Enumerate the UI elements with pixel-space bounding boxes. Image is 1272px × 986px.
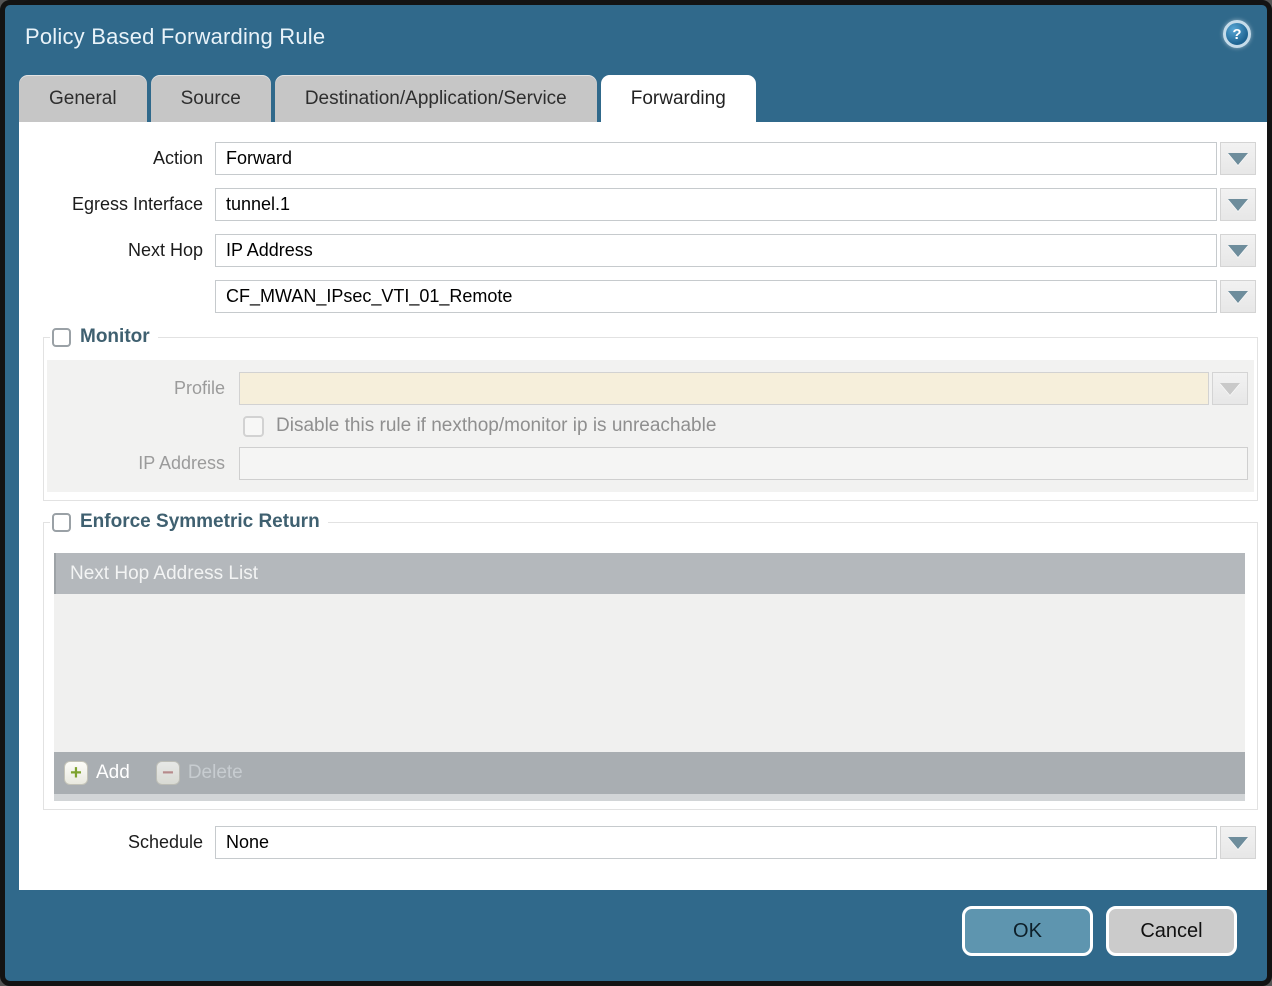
enforce-symmetric-return-group: Enforce Symmetric Return Next Hop Addres… bbox=[43, 511, 1258, 810]
monitor-group-title: Monitor bbox=[80, 326, 150, 348]
ok-button-label: OK bbox=[1013, 920, 1042, 943]
disable-rule-row: Disable this rule if nexthop/monitor ip … bbox=[243, 415, 1251, 437]
cancel-button[interactable]: Cancel bbox=[1106, 906, 1237, 956]
schedule-dropdown-button[interactable] bbox=[1220, 826, 1256, 859]
enforce-symmetric-return-checkbox[interactable] bbox=[52, 513, 71, 532]
next-hop-address-list-table: Next Hop Address List + Add − Delete bbox=[54, 553, 1245, 801]
next-hop-row: Next Hop IP Address bbox=[19, 234, 1267, 267]
schedule-label: Schedule bbox=[19, 832, 215, 853]
chevron-down-icon bbox=[1228, 153, 1248, 165]
tab-destination-application-service[interactable]: Destination/Application/Service bbox=[275, 75, 597, 122]
monitor-checkbox[interactable] bbox=[52, 328, 71, 347]
monitor-ip-address-row: IP Address bbox=[47, 447, 1251, 480]
enforce-symmetric-return-title: Enforce Symmetric Return bbox=[80, 511, 320, 533]
add-button[interactable]: + Add bbox=[64, 761, 130, 785]
schedule-row: Schedule None bbox=[19, 826, 1267, 859]
profile-combobox bbox=[239, 372, 1209, 405]
monitor-ip-address-input bbox=[239, 447, 1248, 480]
tab-general[interactable]: General bbox=[19, 75, 147, 122]
tab-bar: General Source Destination/Application/S… bbox=[19, 75, 760, 122]
table-toolbar: + Add − Delete bbox=[54, 752, 1245, 794]
chevron-down-icon bbox=[1228, 837, 1248, 849]
tab-forwarding[interactable]: Forwarding bbox=[601, 75, 756, 122]
next-hop-label: Next Hop bbox=[19, 240, 215, 261]
action-row: Action Forward bbox=[19, 142, 1267, 175]
chevron-down-icon bbox=[1228, 199, 1248, 211]
egress-interface-dropdown-button[interactable] bbox=[1220, 188, 1256, 221]
add-button-label: Add bbox=[96, 762, 130, 784]
enforce-symmetric-return-legend: Enforce Symmetric Return bbox=[50, 511, 328, 533]
profile-label: Profile bbox=[47, 378, 239, 399]
help-icon[interactable]: ? bbox=[1223, 20, 1251, 48]
pbf-rule-dialog: Policy Based Forwarding Rule ? General S… bbox=[0, 0, 1272, 986]
chevron-down-icon bbox=[1228, 245, 1248, 257]
schedule-combobox[interactable]: None bbox=[215, 826, 1217, 859]
egress-interface-combobox[interactable]: tunnel.1 bbox=[215, 188, 1217, 221]
monitor-ip-address-label: IP Address bbox=[47, 453, 239, 474]
tab-general-label: General bbox=[49, 88, 117, 110]
action-label: Action bbox=[19, 148, 215, 169]
tab-source[interactable]: Source bbox=[151, 75, 271, 122]
plus-icon: + bbox=[64, 761, 88, 785]
monitor-group: Monitor Profile Disable this rule if nex… bbox=[43, 326, 1258, 501]
next-hop-address-list-header: Next Hop Address List bbox=[54, 553, 1245, 594]
profile-dropdown-button bbox=[1212, 372, 1248, 405]
disable-rule-checkbox bbox=[243, 416, 264, 437]
minus-icon: − bbox=[156, 761, 180, 785]
cancel-button-label: Cancel bbox=[1140, 920, 1202, 943]
egress-interface-label: Egress Interface bbox=[19, 194, 215, 215]
tab-source-label: Source bbox=[181, 88, 241, 110]
egress-interface-row: Egress Interface tunnel.1 bbox=[19, 188, 1267, 221]
monitor-panel: Profile Disable this rule if nexthop/mon… bbox=[47, 360, 1254, 492]
chevron-down-icon bbox=[1228, 291, 1248, 303]
monitor-legend: Monitor bbox=[50, 326, 158, 348]
delete-button-label: Delete bbox=[188, 762, 243, 784]
title-bar: Policy Based Forwarding Rule ? bbox=[5, 5, 1267, 71]
chevron-down-icon bbox=[1220, 383, 1240, 395]
next-hop-address-row: CF_MWAN_IPsec_VTI_01_Remote bbox=[19, 280, 1267, 313]
disable-rule-label: Disable this rule if nexthop/monitor ip … bbox=[276, 415, 716, 437]
next-hop-address-dropdown-button[interactable] bbox=[1220, 280, 1256, 313]
profile-row: Profile bbox=[47, 372, 1251, 405]
action-dropdown-button[interactable] bbox=[1220, 142, 1256, 175]
dialog-title: Policy Based Forwarding Rule bbox=[25, 24, 325, 50]
delete-button: − Delete bbox=[156, 761, 243, 785]
help-glyph: ? bbox=[1232, 26, 1241, 43]
next-hop-address-list-body bbox=[54, 594, 1245, 752]
next-hop-address-combobox[interactable]: CF_MWAN_IPsec_VTI_01_Remote bbox=[215, 280, 1217, 313]
table-bottom-strip bbox=[54, 794, 1245, 801]
next-hop-type-combobox[interactable]: IP Address bbox=[215, 234, 1217, 267]
tab-destination-label: Destination/Application/Service bbox=[305, 88, 567, 110]
next-hop-type-dropdown-button[interactable] bbox=[1220, 234, 1256, 267]
ok-button[interactable]: OK bbox=[962, 906, 1093, 956]
action-combobox[interactable]: Forward bbox=[215, 142, 1217, 175]
tab-forwarding-label: Forwarding bbox=[631, 88, 726, 110]
next-hop-address-list-header-label: Next Hop Address List bbox=[70, 563, 258, 585]
forwarding-tab-panel: Action Forward Egress Interface tunnel.1… bbox=[19, 122, 1267, 890]
